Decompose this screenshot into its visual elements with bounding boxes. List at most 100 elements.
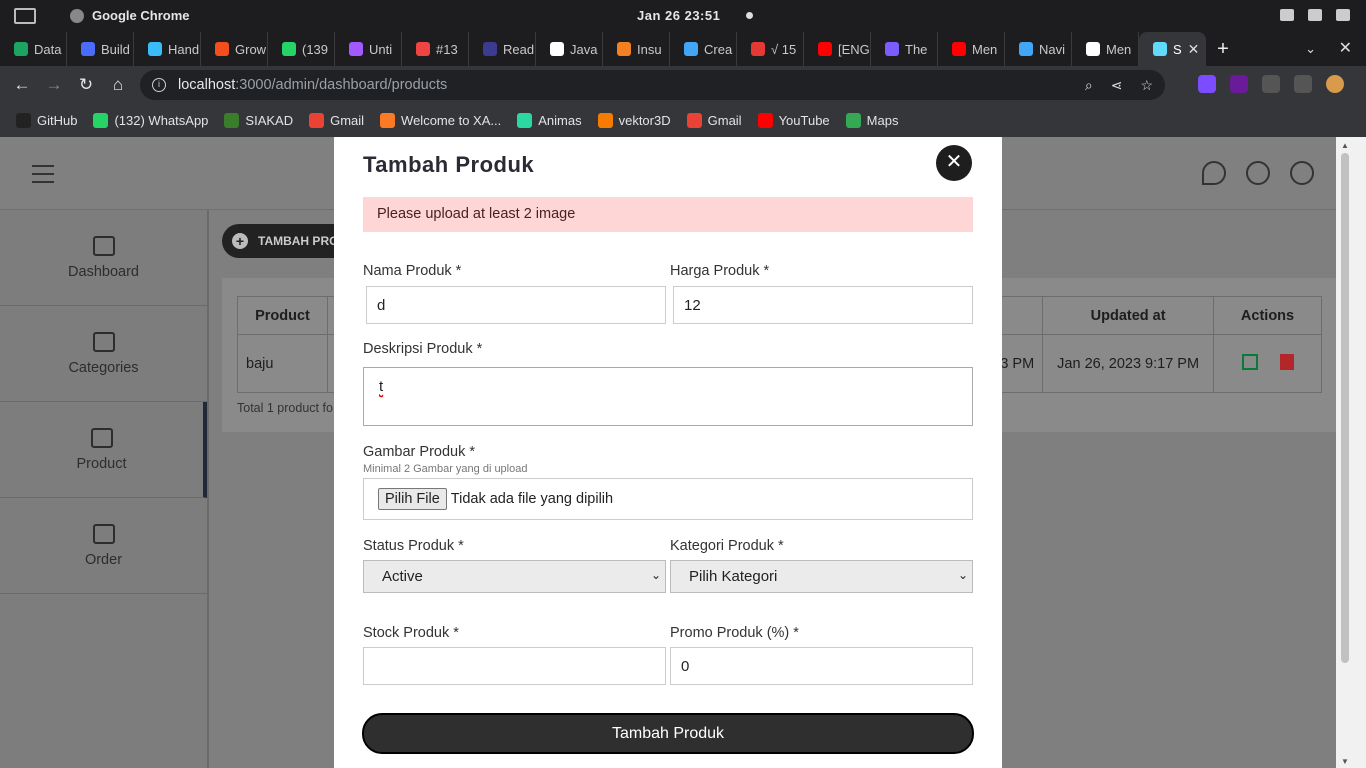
bookmark-item[interactable]: YouTube — [757, 113, 830, 128]
bookmark-item[interactable]: Welcome to XA... — [380, 113, 501, 128]
browser-tab[interactable]: Grow — [201, 32, 268, 66]
bookmark-label: vektor3D — [618, 113, 671, 128]
description-textarea[interactable]: t — [363, 367, 973, 426]
reload-icon[interactable]: ↻ — [70, 75, 102, 95]
bookmark-item[interactable]: Gmail — [686, 113, 742, 128]
modal-title: Tambah Produk — [363, 152, 535, 177]
tab-favicon-icon — [818, 42, 832, 56]
close-icon: ✕ — [945, 151, 963, 173]
address-bar[interactable]: i localhost:3000/admin/dashboard/product… — [140, 70, 1165, 100]
browser-tab[interactable]: Java — [536, 32, 603, 66]
stock-label: Stock Produk * — [363, 625, 459, 641]
file-status: Tidak ada file yang dipilih — [450, 491, 614, 507]
site-info-icon[interactable]: i — [152, 78, 166, 92]
promo-input[interactable]: 0 — [670, 647, 973, 685]
bookmark-item[interactable]: Maps — [845, 113, 898, 128]
stock-input[interactable] — [363, 647, 666, 685]
notification-dot — [746, 12, 753, 19]
status-select[interactable]: Active ⌄ — [363, 560, 666, 593]
browser-tab[interactable]: Build — [67, 32, 134, 66]
url-text[interactable]: localhost:3000/admin/dashboard/products — [178, 77, 447, 93]
bookmark-favicon-icon — [93, 113, 109, 128]
scroll-down-icon[interactable]: ▼ — [1341, 757, 1349, 766]
browser-tab[interactable]: Unti — [335, 32, 402, 66]
tab-label: (139 — [302, 41, 329, 57]
tab-favicon-icon — [885, 42, 899, 56]
eye-icon[interactable] — [1280, 9, 1294, 21]
bookmark-item[interactable]: vektor3D — [597, 113, 671, 128]
browser-tab[interactable]: #13 — [402, 32, 469, 66]
bookmark-item[interactable]: Gmail — [309, 113, 364, 128]
bookmark-label: (132) WhatsApp — [114, 113, 209, 128]
tab-active[interactable]: S ✕ — [1139, 32, 1206, 66]
tab-favicon-icon — [550, 42, 564, 56]
tab-label: Navi — [1039, 41, 1066, 57]
modal-overlay: Tambah Produk ✕ Please upload at least 2… — [0, 137, 1336, 768]
sidepanel-icon[interactable] — [1294, 75, 1312, 93]
new-tab-icon[interactable]: + — [1206, 38, 1240, 61]
tab-label: Men — [1106, 41, 1132, 57]
clock[interactable]: Jan 26 23:51 — [637, 8, 720, 23]
battery-icon[interactable] — [1336, 9, 1350, 21]
product-name-input[interactable]: d — [366, 286, 666, 324]
bookmark-item[interactable]: SIAKAD — [224, 113, 293, 128]
browser-tab[interactable]: Insu — [603, 32, 670, 66]
volume-icon[interactable] — [1308, 9, 1322, 21]
active-app[interactable]: Google Chrome — [70, 8, 190, 23]
category-select[interactable]: Pilih Kategori ⌄ — [670, 560, 973, 593]
browser-tab[interactable]: The — [871, 32, 938, 66]
tab-favicon-icon — [416, 42, 430, 56]
page-scrollbar[interactable]: ▲ ▼ — [1336, 137, 1366, 768]
browser-tab[interactable]: Navi — [1005, 32, 1072, 66]
category-value: Pilih Kategori — [689, 568, 778, 585]
puzzle-icon[interactable] — [1262, 75, 1280, 93]
browser-tab[interactable]: Data — [0, 32, 67, 66]
bookmark-favicon-icon — [597, 113, 613, 128]
share-icon[interactable]: ⋖ — [1111, 77, 1123, 94]
tab-favicon-icon — [148, 42, 162, 56]
tab-favicon-icon — [483, 42, 497, 56]
bookmark-item[interactable]: GitHub — [16, 113, 77, 128]
image-file-input[interactable]: Pilih File Tidak ada file yang dipilih — [363, 478, 973, 520]
choose-file-button[interactable]: Pilih File — [378, 488, 447, 510]
browser-tab[interactable]: Hand — [134, 32, 201, 66]
tab-label: Build — [101, 41, 130, 57]
profile-avatar[interactable] — [1326, 75, 1344, 93]
submit-button[interactable]: Tambah Produk — [362, 713, 974, 754]
system-tray[interactable] — [1280, 9, 1350, 21]
forward-icon[interactable]: → — [38, 75, 70, 95]
overview-icon[interactable] — [14, 8, 36, 24]
download-icon[interactable] — [1230, 75, 1248, 93]
close-button[interactable]: ✕ — [936, 145, 972, 181]
extension-icon[interactable] — [1198, 75, 1216, 93]
back-icon[interactable]: ← — [6, 75, 38, 95]
browser-tab[interactable]: [ENG — [804, 32, 871, 66]
scrollbar-thumb[interactable] — [1341, 153, 1349, 663]
tab-close-icon[interactable]: ✕ — [1188, 41, 1200, 58]
url-host: localhost — [178, 77, 236, 93]
bookmark-item[interactable]: (132) WhatsApp — [93, 113, 208, 128]
browser-tab[interactable]: √ 15 — [737, 32, 804, 66]
scroll-up-icon[interactable]: ▲ — [1341, 141, 1349, 150]
category-label: Kategori Produk * — [670, 538, 784, 554]
browser-tab[interactable]: (139 — [268, 32, 335, 66]
browser-tab[interactable]: Read — [469, 32, 536, 66]
browser-tab[interactable]: Men — [1072, 32, 1139, 66]
extensions — [1198, 75, 1344, 93]
home-icon[interactable]: ⌂ — [102, 75, 134, 95]
tab-search-icon[interactable]: ⌄ — [1305, 41, 1316, 57]
browser-tab[interactable]: Men — [938, 32, 1005, 66]
tab-label: Grow — [235, 41, 267, 57]
bookmark-favicon-icon — [309, 113, 325, 128]
window-close-icon[interactable]: ✕ — [1339, 38, 1352, 58]
promo-label: Promo Produk (%) * — [670, 625, 799, 641]
bookmark-item[interactable]: Animas — [517, 113, 582, 128]
bookmark-label: GitHub — [37, 113, 78, 128]
zoom-icon[interactable]: ⌕ — [1085, 77, 1093, 94]
toolbar: ← → ↻ ⌂ i localhost:3000/admin/dashboard… — [0, 66, 1366, 104]
product-price-input[interactable]: 12 — [673, 286, 973, 324]
bookmark-star-icon[interactable]: ☆ — [1140, 77, 1153, 94]
browser-tab[interactable]: Crea — [670, 32, 737, 66]
tab-label: Data — [34, 41, 62, 57]
tab-label: [ENG — [838, 41, 870, 57]
